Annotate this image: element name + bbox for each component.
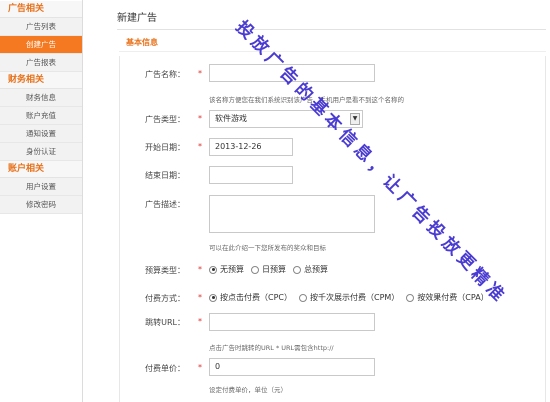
sidebar-item[interactable]: 身份认证 <box>0 143 82 161</box>
section-title: 基本信息 <box>126 38 158 47</box>
title-divider <box>117 29 546 30</box>
sidebar-section-title: 账户相关 <box>0 161 82 178</box>
budget-option-total[interactable]: 总预算 <box>293 264 328 275</box>
ad-name-required: * <box>198 69 202 78</box>
budget-option-daily[interactable]: 日预算 <box>251 264 286 275</box>
ad-type-value: 软件游戏 <box>215 114 247 123</box>
ad-name-hint: 该名称方便您在我们系统识别该广告，手机用户是看不到这个名称的 <box>209 96 404 104</box>
pay-option-cpa[interactable]: 按效果付费（CPA） <box>406 292 489 303</box>
ad-type-required: * <box>198 114 202 123</box>
radio-icon[interactable] <box>209 293 217 302</box>
sidebar-item[interactable]: 创建广告 <box>0 36 82 54</box>
pay-option-cpc[interactable]: 按点击付费（CPC） <box>209 292 292 303</box>
ad-desc-textarea[interactable] <box>209 195 375 233</box>
budget-option-none[interactable]: 无预算 <box>209 264 244 275</box>
chevron-down-icon[interactable]: ▼ <box>350 113 360 125</box>
sidebar-item[interactable]: 修改密码 <box>0 196 82 214</box>
unit-price-required: * <box>198 363 202 372</box>
radio-icon[interactable] <box>299 293 307 302</box>
url-label: 跳转URL： <box>145 318 185 327</box>
radio-icon[interactable] <box>251 265 259 274</box>
pay-type-label: 付费方式： <box>145 294 185 303</box>
unit-price-label: 付费单价： <box>145 364 185 373</box>
unit-price-hint: 设定付费单价，单位（元） <box>209 386 287 394</box>
pay-option-cpm[interactable]: 按千次展示付费（CPM） <box>299 292 399 303</box>
main-content: 新建广告 基本信息 广告名称： * 该名称方便您在我们系统识别该广告，手机用户是… <box>83 0 550 402</box>
ad-desc-label: 广告描述： <box>145 200 185 209</box>
url-hint: 点击广告时跳转的URL * URL需包含http:// <box>209 344 334 352</box>
start-date-label: 开始日期： <box>145 143 185 152</box>
budget-type-label: 预算类型： <box>145 266 185 275</box>
budget-type-options: 无预算 日预算 总预算 <box>209 264 335 275</box>
start-date-input[interactable]: 2013-12-26 <box>209 138 293 156</box>
unit-price-input[interactable]: 0 <box>209 358 375 376</box>
budget-type-required: * <box>198 265 202 274</box>
ad-type-label: 广告类型： <box>145 115 185 124</box>
ad-desc-hint: 可以在此介绍一下您所发布的奖众和目标 <box>209 244 326 252</box>
sidebar-item[interactable]: 财务信息 <box>0 89 82 107</box>
section-divider <box>119 51 546 52</box>
ad-name-input[interactable] <box>209 64 375 82</box>
start-date-required: * <box>198 142 202 151</box>
end-date-input[interactable] <box>209 166 293 184</box>
ad-name-label: 广告名称： <box>145 70 185 79</box>
sidebar-item[interactable]: 用户设置 <box>0 178 82 196</box>
url-required: * <box>198 317 202 326</box>
url-input[interactable] <box>209 313 375 331</box>
sidebar-item[interactable]: 广告列表 <box>0 18 82 36</box>
sidebar-section-title: 财务相关 <box>0 72 82 89</box>
radio-icon[interactable] <box>293 265 301 274</box>
sidebar-section-title: 广告相关 <box>0 1 82 18</box>
ad-type-select[interactable]: 软件游戏 ▼ <box>209 110 363 128</box>
end-date-label: 结束日期： <box>145 171 185 180</box>
sidebar: 广告相关 广告列表 创建广告 广告报表 财务相关 财务信息 账户充值 通知设置 身份认证 账户相关… <box>0 0 83 402</box>
sidebar-item[interactable]: 通知设置 <box>0 125 82 143</box>
radio-icon[interactable] <box>406 293 415 302</box>
pay-type-options: 按点击付费（CPC） 按千次展示付费（CPM） 按效果付费（CPA） <box>209 292 496 303</box>
radio-icon[interactable] <box>209 265 217 274</box>
pay-type-required: * <box>198 293 202 302</box>
sidebar-item[interactable]: 账户充值 <box>0 107 82 125</box>
sidebar-item[interactable]: 广告报表 <box>0 54 82 72</box>
page-title: 新建广告 <box>117 13 157 24</box>
